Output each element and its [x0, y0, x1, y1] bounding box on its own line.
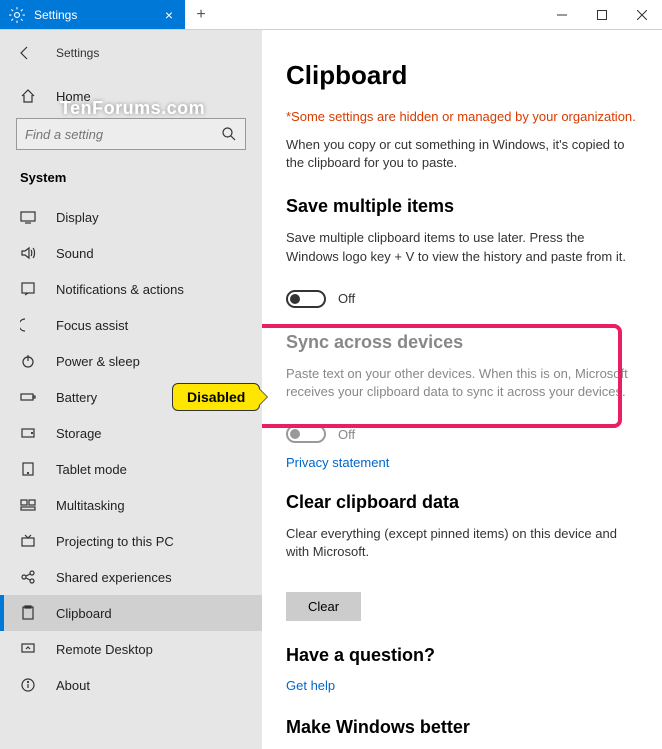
better-heading: Make Windows better	[286, 717, 638, 738]
section-better: Make Windows better Give us feedback	[286, 717, 638, 749]
sync-toggle-state: Off	[338, 427, 355, 442]
section-question: Have a question? Get help	[286, 645, 638, 693]
section-clear: Clear clipboard data Clear everything (e…	[286, 492, 638, 620]
question-heading: Have a question?	[286, 645, 638, 666]
clear-button[interactable]: Clear	[286, 592, 361, 621]
sidebar-item-storage[interactable]: Storage	[0, 415, 262, 451]
main-content: Clipboard *Some settings are hidden or m…	[262, 30, 662, 749]
sidebar-item-label: Multitasking	[56, 498, 125, 513]
policy-warning: *Some settings are hidden or managed by …	[286, 109, 638, 124]
sidebar-item-label: Home	[56, 89, 91, 104]
privacy-link[interactable]: Privacy statement	[286, 455, 638, 470]
tab-title: Settings	[34, 8, 161, 22]
remote-icon	[20, 641, 36, 657]
sidebar-item-label: Storage	[56, 426, 102, 441]
sidebar-item-focus-assist[interactable]: Focus assist	[0, 307, 262, 343]
sidebar-item-power[interactable]: Power & sleep	[0, 343, 262, 379]
search-icon	[221, 126, 237, 142]
save-heading: Save multiple items	[286, 196, 638, 217]
sidebar-item-label: Tablet mode	[56, 462, 127, 477]
sidebar-item-tablet[interactable]: Tablet mode	[0, 451, 262, 487]
close-button[interactable]	[622, 0, 662, 29]
sound-icon	[20, 245, 36, 261]
clear-heading: Clear clipboard data	[286, 492, 638, 513]
sidebar-item-label: Power & sleep	[56, 354, 140, 369]
sidebar-category: System	[0, 164, 262, 199]
sidebar-item-label: Focus assist	[56, 318, 128, 333]
callout-disabled: Disabled	[172, 383, 260, 411]
maximize-button[interactable]	[582, 0, 622, 29]
sync-desc: Paste text on your other devices. When t…	[286, 365, 638, 401]
gear-icon	[8, 6, 26, 24]
storage-icon	[20, 425, 36, 441]
sidebar-item-about[interactable]: About	[0, 667, 262, 703]
power-icon	[20, 353, 36, 369]
minimize-button[interactable]	[542, 0, 582, 29]
sidebar-item-label: Sound	[56, 246, 94, 261]
back-button[interactable]	[14, 42, 36, 64]
sidebar-item-projecting[interactable]: Projecting to this PC	[0, 523, 262, 559]
page-title: Clipboard	[286, 60, 638, 91]
sidebar-item-display[interactable]: Display	[0, 199, 262, 235]
home-icon	[20, 88, 36, 104]
sidebar-item-label: Clipboard	[56, 606, 112, 621]
tab-settings[interactable]: Settings ×	[0, 0, 185, 29]
sidebar-item-label: Remote Desktop	[56, 642, 153, 657]
sidebar-item-remote[interactable]: Remote Desktop	[0, 631, 262, 667]
sidebar-item-notifications[interactable]: Notifications & actions	[0, 271, 262, 307]
focus-assist-icon	[20, 317, 36, 333]
sidebar-item-shared[interactable]: Shared experiences	[0, 559, 262, 595]
notifications-icon	[20, 281, 36, 297]
display-icon	[20, 209, 36, 225]
sidebar-item-home[interactable]: Home	[0, 78, 262, 114]
clear-desc: Clear everything (except pinned items) o…	[286, 525, 638, 561]
sidebar-item-sound[interactable]: Sound	[0, 235, 262, 271]
titlebar: Settings × +	[0, 0, 662, 30]
sidebar-item-label: Notifications & actions	[56, 282, 184, 297]
sidebar-item-label: Battery	[56, 390, 97, 405]
sync-heading: Sync across devices	[286, 332, 638, 353]
search-field[interactable]	[25, 127, 221, 142]
new-tab-button[interactable]: +	[185, 0, 217, 29]
get-help-link[interactable]: Get help	[286, 678, 638, 693]
sidebar-item-label: Projecting to this PC	[56, 534, 174, 549]
sync-toggle	[286, 425, 326, 443]
sidebar-header: Settings	[0, 38, 262, 78]
sidebar-item-label: About	[56, 678, 90, 693]
save-desc: Save multiple clipboard items to use lat…	[286, 229, 638, 265]
tablet-icon	[20, 461, 36, 477]
sidebar-item-label: Shared experiences	[56, 570, 172, 585]
save-toggle-state: Off	[338, 291, 355, 306]
window-controls	[542, 0, 662, 29]
section-save-multiple: Save multiple items Save multiple clipbo…	[286, 196, 638, 307]
sidebar-item-multitasking[interactable]: Multitasking	[0, 487, 262, 523]
titlebar-drag	[217, 0, 542, 29]
save-toggle[interactable]	[286, 290, 326, 308]
clipboard-icon	[20, 605, 36, 621]
about-icon	[20, 677, 36, 693]
sidebar-item-clipboard[interactable]: Clipboard	[0, 595, 262, 631]
battery-icon	[20, 389, 36, 405]
sidebar-title: Settings	[56, 46, 99, 60]
search-input[interactable]	[16, 118, 246, 150]
multitasking-icon	[20, 497, 36, 513]
sidebar-item-label: Display	[56, 210, 99, 225]
shared-icon	[20, 569, 36, 585]
tab-close-icon[interactable]: ×	[161, 7, 177, 23]
intro-text: When you copy or cut something in Window…	[286, 136, 638, 172]
projecting-icon	[20, 533, 36, 549]
section-sync: Sync across devices Paste text on your o…	[286, 332, 638, 443]
